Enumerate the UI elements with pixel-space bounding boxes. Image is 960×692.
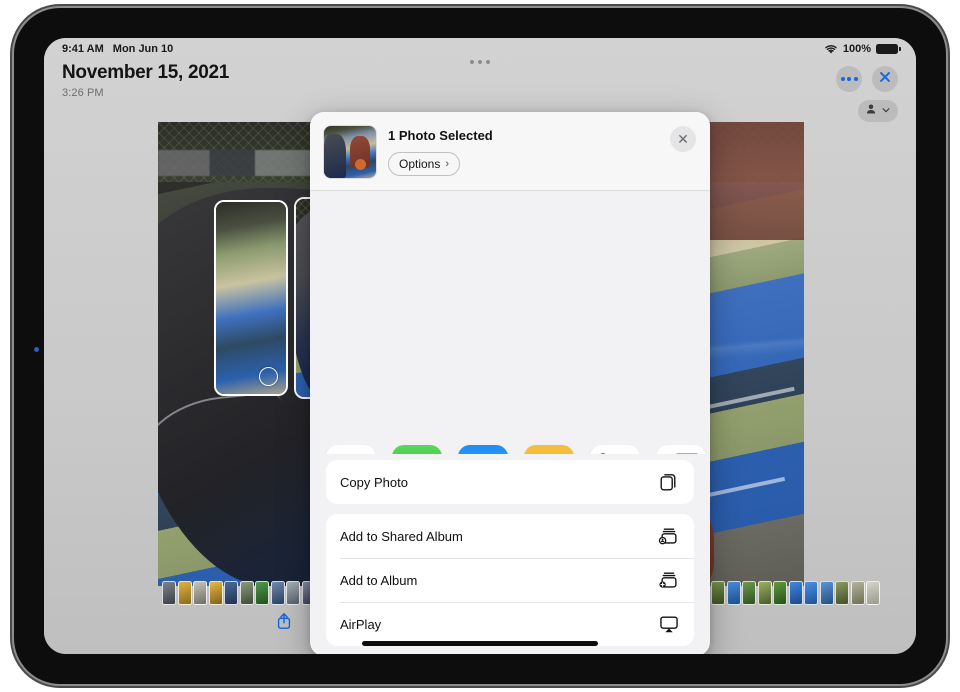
more-options-icon	[840, 77, 858, 81]
share-sheet-close-button[interactable]: ✕	[670, 126, 696, 152]
multitasking-handle[interactable]	[470, 60, 490, 64]
filmstrip-thumbnail[interactable]	[850, 581, 865, 605]
filmstrip-thumbnail[interactable]	[239, 581, 254, 605]
filmstrip-thumbnail[interactable]	[193, 581, 207, 605]
options-button[interactable]: Options ›	[388, 152, 461, 176]
more-options-button[interactable]	[836, 66, 862, 92]
reminders-icon	[590, 445, 640, 454]
filmstrip-thumbnail[interactable]	[255, 581, 269, 605]
messages-icon	[392, 445, 442, 454]
battery-percent-label: 100%	[842, 43, 871, 55]
action-label: Add to Album	[340, 572, 418, 588]
action-label: AirPlay	[340, 616, 382, 632]
share-sheet-preview-gap	[310, 191, 710, 433]
share-app-freeform[interactable]: Freeform	[656, 445, 706, 454]
person-icon	[865, 102, 877, 120]
action-add-to-album[interactable]: Add to Album	[326, 558, 694, 602]
share-sheet: 1 Photo Selected Options › ✕ Copy Photo …	[310, 112, 710, 654]
share-app-messages[interactable]: Messages	[392, 445, 442, 454]
page-title: November 15, 2021	[62, 62, 230, 83]
filmstrip-thumbnail[interactable]	[773, 581, 787, 605]
action-label: Copy Photo	[340, 474, 408, 490]
action-group-copy: Copy Photo	[326, 460, 694, 504]
share-app-reminders[interactable]: Reminders	[590, 445, 640, 454]
airdrop-icon	[326, 445, 376, 454]
freeform-icon	[656, 445, 706, 454]
ipad-screen: 9:41 AM Mon Jun 10 100% November 15, 202…	[44, 38, 916, 654]
wifi-icon	[824, 44, 838, 55]
filmstrip-thumbnail[interactable]	[270, 581, 285, 605]
filmstrip-thumbnail[interactable]	[866, 581, 880, 605]
share-app-mail[interactable]: Mail	[458, 445, 508, 454]
status-time: 9:41 AM	[62, 43, 104, 55]
share-app-airdrop[interactable]: AirDrop	[326, 445, 376, 454]
filmstrip-thumbnail[interactable]	[208, 581, 223, 605]
battery-icon	[876, 44, 901, 54]
filmstrip-thumbnail[interactable]	[711, 581, 725, 605]
close-icon	[878, 70, 892, 89]
filmstrip-thumbnail[interactable]	[819, 581, 834, 605]
airplay-icon	[658, 613, 680, 635]
share-apps-row: AirDrop Messages	[310, 433, 710, 454]
home-indicator[interactable]	[362, 641, 598, 646]
options-label: Options	[399, 157, 441, 171]
close-icon: ✕	[677, 130, 689, 147]
share-sheet-title: 1 Photo Selected	[388, 128, 493, 143]
close-button[interactable]	[872, 66, 898, 92]
chevron-down-icon	[881, 102, 891, 120]
photo-previous-image	[216, 202, 286, 394]
filmstrip-thumbnail[interactable]	[286, 581, 300, 605]
chevron-right-icon: ›	[445, 158, 450, 170]
add-album-icon	[658, 569, 680, 591]
photos-app-screen: 9:41 AM Mon Jun 10 100% November 15, 202…	[44, 38, 916, 654]
notes-header-band	[524, 445, 574, 454]
photo-previous[interactable]	[214, 200, 288, 396]
jersey-seam	[158, 390, 292, 516]
page-header: November 15, 2021 3:26 PM	[62, 62, 229, 99]
thumbnail-basketball	[355, 159, 366, 170]
page-subtitle: 3:26 PM	[62, 87, 104, 99]
thumbnail-player-left	[324, 134, 346, 178]
action-group-albums: Add to Shared Album Add to Album AirPlay	[326, 514, 694, 646]
filmstrip-thumbnail[interactable]	[804, 581, 818, 605]
status-bar: 9:41 AM Mon Jun 10 100%	[44, 38, 916, 60]
share-actions: Copy Photo Add to Shared Album Add to Al…	[310, 454, 710, 654]
filmstrip-thumbnail[interactable]	[835, 581, 849, 605]
top-right-controls	[836, 66, 898, 92]
share-icon	[275, 612, 293, 635]
filmstrip-thumbnail[interactable]	[788, 581, 803, 605]
shared-album-icon	[658, 525, 680, 547]
mail-icon	[458, 445, 508, 454]
selection-circle-unselected[interactable]	[259, 367, 278, 386]
filmstrip-left[interactable]	[162, 580, 331, 606]
share-sheet-header: 1 Photo Selected Options › ✕	[310, 112, 710, 191]
action-airplay[interactable]: AirPlay	[326, 602, 694, 646]
filmstrip-thumbnail[interactable]	[726, 581, 741, 605]
notes-icon	[524, 445, 574, 454]
handle-dot	[478, 60, 482, 64]
participants-button[interactable]	[858, 100, 898, 122]
share-app-notes[interactable]: Notes	[524, 445, 574, 454]
action-add-to-shared-album[interactable]: Add to Shared Album	[326, 514, 694, 558]
selected-photo-thumbnail[interactable]	[324, 126, 376, 178]
ipad-device-frame: 9:41 AM Mon Jun 10 100% November 15, 202…	[14, 8, 946, 684]
filmstrip-thumbnail[interactable]	[757, 581, 772, 605]
handle-dot	[470, 60, 474, 64]
filmstrip-thumbnail[interactable]	[742, 581, 756, 605]
share-button[interactable]	[271, 612, 297, 634]
filmstrip-thumbnail[interactable]	[162, 581, 176, 605]
filmstrip-thumbnail[interactable]	[177, 581, 192, 605]
copy-icon	[658, 471, 680, 493]
action-label: Add to Shared Album	[340, 528, 463, 544]
status-date: Mon Jun 10	[112, 43, 174, 55]
handle-dot	[486, 60, 490, 64]
freeform-square	[675, 453, 699, 454]
action-copy-photo[interactable]: Copy Photo	[326, 460, 694, 504]
filmstrip-thumbnail[interactable]	[224, 581, 238, 605]
pointer-indicator-dot	[34, 347, 39, 352]
